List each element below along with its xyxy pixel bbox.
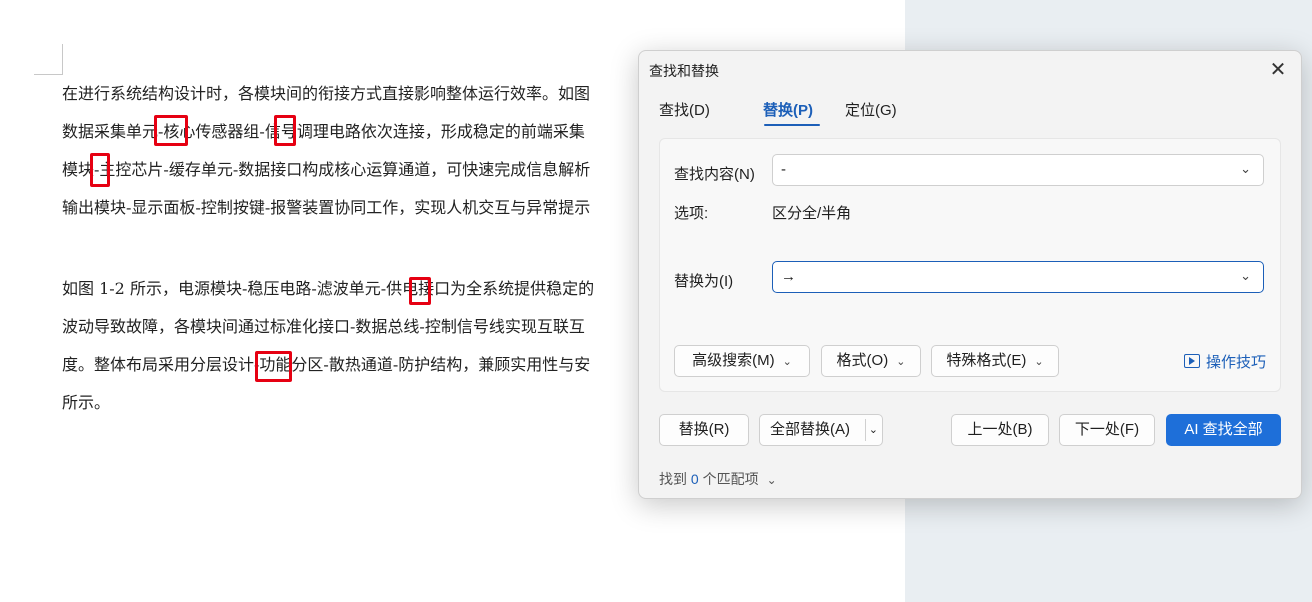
text-line: 模块-主控芯片-缓存单元-数据接口构成核心运算通道，可快速完成信息解析 [62, 160, 591, 179]
split-divider [865, 419, 866, 441]
special-format-label: 特殊格式(E) [946, 352, 1027, 369]
text-line: 波动导致故障，各模块间通过标准化接口-数据总线-控制信号线实现互联互 [62, 317, 585, 336]
chevron-down-icon[interactable]: ⌄ [1240, 161, 1251, 177]
advanced-search-button[interactable]: 高级搜索(M) ⌄ [674, 345, 810, 377]
options-value: 区分全/半角 [772, 205, 852, 222]
replace-input[interactable]: → ⌄ [772, 261, 1264, 293]
dialog-title: 查找和替换 [649, 63, 719, 79]
advanced-search-label: 高级搜索(M) [692, 352, 775, 369]
play-video-icon [1183, 354, 1200, 368]
replace-button[interactable]: 替换(R) [659, 414, 749, 446]
find-input[interactable]: - ⌄ [772, 154, 1264, 186]
highlight-box [154, 115, 188, 146]
find-replace-dialog: 查找和替换 ✕ 查找(D) 替换(P) 定位(G) 查找内容(N) - ⌄ 选项… [638, 50, 1302, 499]
active-tab-indicator [764, 124, 820, 126]
highlight-box [90, 153, 110, 187]
tips-label: 操作技巧 [1205, 354, 1266, 371]
page-corner-mark [34, 74, 63, 75]
special-format-button[interactable]: 特殊格式(E) ⌄ [931, 345, 1059, 377]
format-label: 格式(O) [836, 352, 889, 369]
text-line: 数据采集单元-核心传感器组-信号调理电路依次连接，形成稳定的前端采集 [62, 122, 585, 141]
replace-all-label: 全部替换(A) [770, 421, 850, 438]
text-line: 输出模块-显示面板-控制按键-报警装置协同工作，实现人机交互与异常提示 [62, 198, 591, 217]
find-value: - [781, 161, 786, 178]
tab-replace[interactable]: 替换(P) [763, 99, 813, 120]
ai-find-all-button[interactable]: AI 查找全部 [1166, 414, 1281, 446]
tab-find[interactable]: 查找(D) [659, 99, 710, 120]
highlight-box [409, 277, 431, 305]
chevron-down-icon[interactable]: ⌄ [869, 415, 878, 445]
replace-all-button[interactable]: 全部替换(A) ⌄ [759, 414, 883, 446]
find-label: 查找内容(N) [674, 166, 755, 183]
highlight-box [274, 115, 296, 146]
chevron-down-icon[interactable]: ⌄ [1240, 268, 1251, 284]
tab-goto[interactable]: 定位(G) [845, 99, 897, 120]
text-line: 在进行系统结构设计时，各模块间的衔接方式直接影响整体运行效率。如图 [62, 84, 591, 103]
replace-label: 替换为(I) [674, 273, 734, 290]
chevron-down-icon: ⌄ [782, 356, 792, 368]
text-line: 度。整体布局采用分层设计-功能分区-散热通道-防护结构，兼顾实用性与安 [62, 355, 591, 374]
previous-button[interactable]: 上一处(B) [951, 414, 1049, 446]
replace-panel: 查找内容(N) - ⌄ 选项: 区分全/半角 替换为(I) → ⌄ 高级搜索(M… [659, 138, 1281, 392]
found-suffix: 个匹配项 [702, 471, 759, 487]
page-corner-mark [62, 44, 63, 74]
next-button[interactable]: 下一处(F) [1059, 414, 1155, 446]
format-button[interactable]: 格式(O) ⌄ [821, 345, 921, 377]
match-count-status[interactable]: 找到 0 个匹配项 ⌄ [659, 469, 777, 489]
chevron-down-icon: ⌄ [896, 356, 906, 368]
close-icon[interactable]: ✕ [1267, 59, 1289, 81]
text-line: 如图 1-2 所示，电源模块-稳压电路-滤波单元-供电接口为全系统提供稳定的 [62, 279, 595, 298]
replace-value: → [781, 268, 796, 285]
found-count: 0 [690, 471, 699, 487]
chevron-down-icon: ⌄ [766, 473, 777, 487]
found-prefix: 找到 [659, 471, 687, 487]
highlight-box [255, 351, 292, 382]
chevron-down-icon: ⌄ [1034, 356, 1044, 368]
tips-link[interactable]: 操作技巧 [1183, 351, 1266, 372]
text-line: 所示。 [62, 393, 111, 412]
options-label: 选项: [674, 205, 709, 222]
